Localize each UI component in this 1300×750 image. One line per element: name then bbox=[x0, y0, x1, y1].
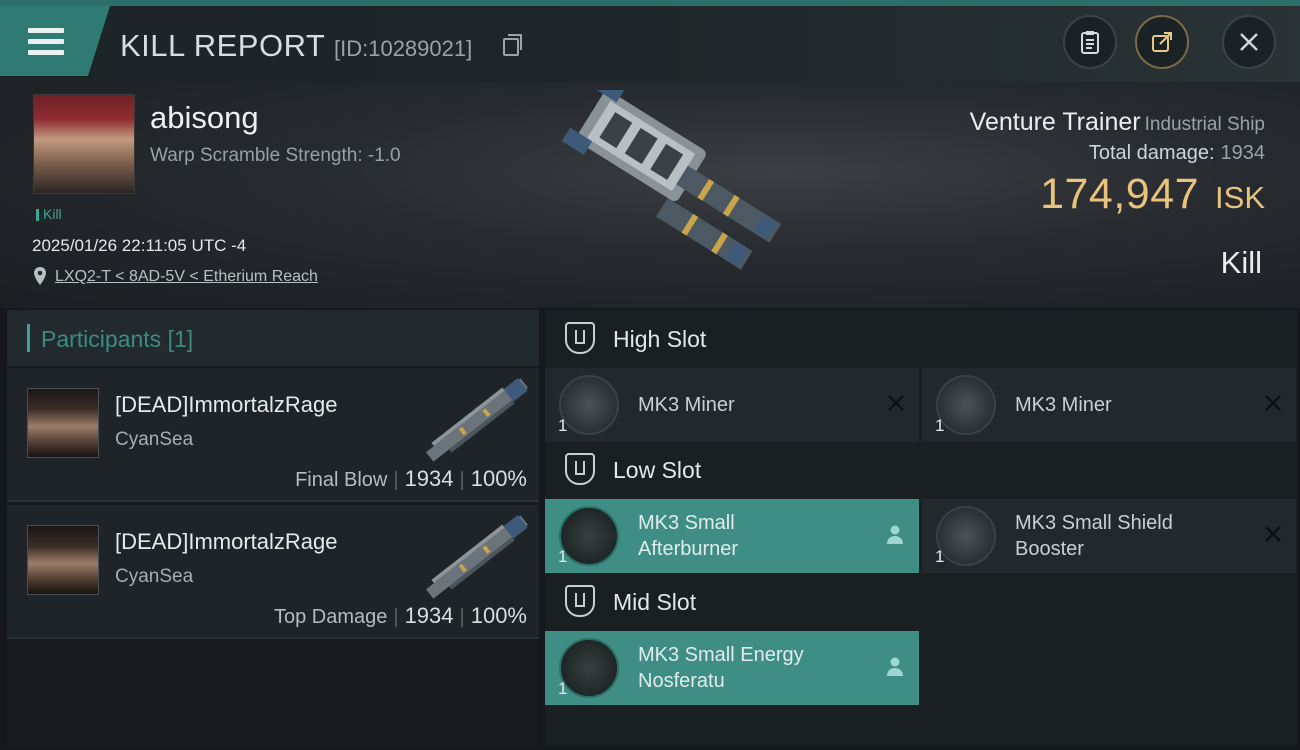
participant-name: [DEAD]ImmortalzRage bbox=[115, 529, 338, 554]
module-qty: 1 bbox=[935, 547, 945, 566]
victim-avatar[interactable] bbox=[33, 94, 135, 194]
page-title: KILL REPORT bbox=[120, 28, 326, 63]
high-slot-header: High Slot bbox=[545, 310, 1297, 368]
participants-count: [1] bbox=[167, 326, 194, 352]
participant-corp: CyanSea bbox=[115, 566, 194, 587]
module-name: MK3 Miner bbox=[638, 394, 735, 416]
participant-role: Final Blow bbox=[295, 469, 388, 491]
slot-shield-icon bbox=[565, 585, 595, 617]
total-damage-value: 1934 bbox=[1220, 142, 1266, 164]
slot-label: High Slot bbox=[613, 326, 707, 352]
module-name-line2: Nosferatu bbox=[638, 670, 725, 692]
share-icon bbox=[1152, 32, 1172, 52]
module-name-line2: Afterburner bbox=[638, 538, 739, 560]
close-button[interactable] bbox=[1222, 15, 1276, 69]
nosferatu-icon bbox=[559, 638, 619, 698]
ship-name-text: Venture Trainer bbox=[969, 108, 1141, 136]
participants-panel: Participants [1] [DEAD]ImmortalzRage Cya… bbox=[7, 310, 539, 746]
slot-shield-icon bbox=[565, 453, 595, 485]
low-slot-header: Low Slot bbox=[545, 441, 1297, 499]
fitting-panel: High Slot 1 MK3 Miner 1 MK3 Miner Low Sl… bbox=[545, 310, 1297, 746]
participants-accent bbox=[27, 324, 30, 352]
pilot-icon bbox=[887, 525, 903, 544]
afterburner-icon bbox=[559, 506, 619, 566]
separator: | bbox=[459, 606, 465, 628]
participant-avatar bbox=[27, 388, 99, 458]
participant-ship-image bbox=[426, 377, 528, 462]
miner-icon bbox=[559, 375, 619, 435]
mid-slot-header: Mid Slot bbox=[545, 573, 1297, 631]
module-qty: 1 bbox=[935, 416, 945, 435]
clipboard-button[interactable] bbox=[1063, 15, 1117, 69]
slot-shield-icon bbox=[565, 322, 595, 354]
module-name: MK3 Small Energy Nosferatu bbox=[638, 642, 804, 694]
isk-value-block: 174,947 ISK bbox=[1040, 170, 1265, 219]
kill-datetime: 2025/01/26 22:11:05 UTC -4 bbox=[32, 236, 247, 255]
victim-name[interactable]: abisong bbox=[150, 100, 259, 136]
clipboard-icon bbox=[1081, 31, 1099, 54]
participant-percent: 100% bbox=[470, 603, 527, 628]
report-id: [ID:10289021] bbox=[334, 36, 473, 61]
participant-stats: Top Damage | 1934 | 100% bbox=[274, 603, 527, 629]
module-item[interactable]: 1 MK3 Small Energy Nosferatu bbox=[545, 631, 919, 705]
module-qty: 1 bbox=[558, 547, 568, 566]
copy-icon[interactable] bbox=[503, 34, 522, 56]
module-name-line2: Booster bbox=[1015, 538, 1084, 560]
module-item[interactable]: 1 MK3 Small Afterburner bbox=[545, 499, 919, 573]
module-name: MK3 Small Afterburner bbox=[638, 510, 738, 562]
miner-icon bbox=[936, 375, 996, 435]
module-name-line1: MK3 Small bbox=[638, 512, 735, 534]
module-name-line1: MK3 Small Shield bbox=[1015, 512, 1173, 534]
kill-tag: Kill bbox=[36, 206, 62, 222]
slot-label: Mid Slot bbox=[613, 589, 697, 615]
participant-corp: CyanSea bbox=[115, 429, 194, 450]
slot-label: Low Slot bbox=[613, 457, 702, 483]
participant-role: Top Damage bbox=[273, 606, 388, 628]
participant-damage: 1934 bbox=[404, 466, 454, 491]
module-qty: 1 bbox=[558, 416, 568, 435]
kill-location-link[interactable]: LXQ2-T < 8AD-5V < Etherium Reach bbox=[55, 268, 318, 286]
result-label: Kill bbox=[1220, 245, 1262, 280]
location-pin-icon bbox=[34, 267, 46, 285]
close-icon bbox=[1240, 33, 1258, 51]
participant-avatar bbox=[27, 525, 99, 595]
ship-image[interactable] bbox=[520, 90, 790, 290]
isk-unit: ISK bbox=[1215, 180, 1265, 215]
menu-icon bbox=[28, 28, 64, 55]
participant-name: [DEAD]ImmortalzRage bbox=[115, 392, 338, 417]
module-qty: 1 bbox=[558, 679, 568, 698]
isk-value: 174,947 bbox=[1040, 170, 1200, 218]
module-item[interactable]: 1 MK3 Miner bbox=[545, 368, 919, 442]
warp-scramble-strength: Warp Scramble Strength: -1.0 bbox=[150, 145, 401, 166]
ship-class: Industrial Ship bbox=[1144, 114, 1265, 135]
share-button[interactable] bbox=[1135, 15, 1189, 69]
shield-booster-icon bbox=[936, 506, 996, 566]
pilot-icon bbox=[887, 657, 903, 676]
separator: | bbox=[459, 469, 465, 491]
ship-name[interactable]: Venture Trainer Industrial Ship bbox=[970, 108, 1265, 137]
participant-damage: 1934 bbox=[404, 603, 454, 628]
participant-stats: Final Blow | 1934 | 100% bbox=[295, 466, 527, 492]
module-name: MK3 Small Shield Booster bbox=[1015, 510, 1173, 562]
participant-ship-image bbox=[426, 514, 528, 599]
participants-heading: Participants bbox=[41, 326, 162, 352]
destroyed-x-icon bbox=[1265, 526, 1281, 542]
participants-title: Participants [1] bbox=[41, 326, 193, 353]
participants-header[interactable]: Participants [1] bbox=[7, 310, 539, 366]
module-item[interactable]: 1 MK3 Miner bbox=[922, 368, 1296, 442]
destroyed-x-icon bbox=[1265, 395, 1281, 411]
total-damage-label: Total damage: bbox=[1088, 142, 1215, 164]
module-name-line1: MK3 Small Energy bbox=[638, 644, 804, 666]
destroyed-x-icon bbox=[888, 395, 904, 411]
participant-row[interactable]: [DEAD]ImmortalzRage CyanSea Top Damage | 1… bbox=[7, 505, 539, 639]
participant-row[interactable]: [DEAD]ImmortalzRage CyanSea Final Blow | 1… bbox=[7, 368, 539, 502]
participant-percent: 100% bbox=[470, 466, 527, 491]
module-name: MK3 Miner bbox=[1015, 394, 1112, 416]
module-item[interactable]: 1 MK3 Small Shield Booster bbox=[922, 499, 1296, 573]
total-damage: Total damage: 1934 bbox=[1089, 142, 1265, 165]
separator: | bbox=[393, 469, 399, 491]
separator: | bbox=[393, 606, 399, 628]
